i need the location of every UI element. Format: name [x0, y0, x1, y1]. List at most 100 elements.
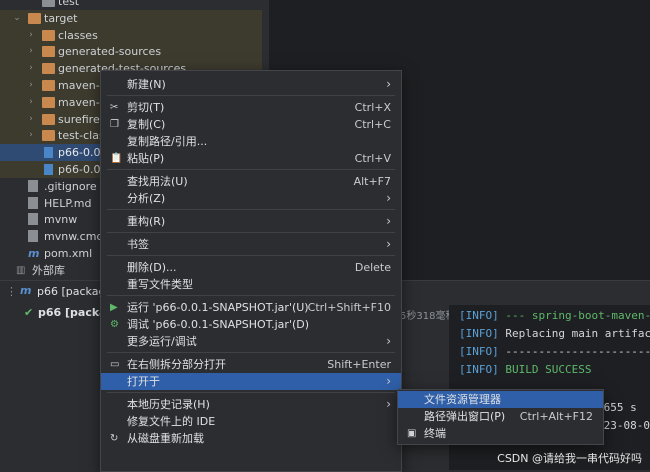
menu-item-label: 更多运行/调试: [127, 335, 197, 348]
menu-item[interactable]: 书签 ›: [101, 236, 401, 253]
menu-item[interactable]: 查找用法(U) Alt+F7: [101, 173, 401, 190]
paste-icon: 📋: [110, 153, 123, 164]
menu-item[interactable]: 新建(N) ›: [101, 76, 401, 93]
check-icon: ✔: [24, 306, 34, 319]
folder-icon: [42, 113, 55, 125]
menu-item[interactable]: 本地历史记录(H) ›: [101, 396, 401, 413]
menu-item-shortcut: Ctrl+C: [354, 118, 391, 131]
open-in-submenu: 文件资源管理器 路径弹出窗口(P) Ctrl+Alt+F12 ▣ 终端: [397, 389, 604, 445]
log-level: [INFO]: [459, 327, 499, 340]
chevron-right-icon: ›: [386, 374, 391, 388]
log-text: 023-08-0: [597, 419, 650, 432]
submenu-item-shortcut: Ctrl+Alt+F12: [519, 410, 593, 423]
tree-item-label: target: [44, 11, 78, 25]
tree-item-label: HELP.md: [44, 196, 92, 210]
menu-item-label: 查找用法(U): [127, 175, 188, 188]
menu-item[interactable]: ⚙ 调试 'p66-0.0.1-SNAPSHOT.jar'(D): [101, 316, 401, 333]
copy-icon: ❐: [110, 119, 119, 130]
run-timing: 5秒318毫秒: [400, 311, 456, 322]
menu-item[interactable]: ✂ 剪切(T) Ctrl+X: [101, 99, 401, 116]
menu-item-shortcut: Shift+Enter: [327, 358, 391, 371]
tree-item-label: pom.xml: [44, 247, 93, 260]
menu-item[interactable]: 重写文件类型: [101, 276, 401, 293]
tree-row[interactable]: ⌄ target: [0, 9, 262, 27]
menu-item[interactable]: ↻ 从磁盘重新加载: [101, 430, 401, 447]
tree-row[interactable]: › generated-sources: [0, 43, 262, 61]
maven-icon: m: [28, 247, 40, 260]
lib-icon: ▥: [16, 264, 26, 276]
tree-row[interactable]: › classes: [0, 26, 262, 44]
reload-icon: ↻: [110, 433, 119, 444]
log-text: Replacing main artifac: [498, 327, 650, 340]
menu-item-label: 在右侧拆分部分打开: [127, 358, 226, 371]
folder-icon: [42, 80, 55, 91]
tree-item-label: generated-sources: [58, 45, 162, 59]
log-level: [INFO]: [459, 309, 499, 322]
menu-item[interactable]: 重构(R) ›: [101, 213, 401, 230]
run-icon: ▶: [110, 302, 118, 313]
file-icon: [28, 196, 38, 209]
chevron-right-icon[interactable]: ›: [26, 127, 36, 144]
submenu-item[interactable]: 文件资源管理器: [398, 391, 603, 408]
chevron-right-icon[interactable]: ›: [26, 27, 36, 44]
chevron-right-icon[interactable]: ›: [26, 77, 36, 94]
chevron-down-icon[interactable]: ⌄: [12, 10, 22, 27]
menu-item[interactable]: 📋 粘贴(P) Ctrl+V: [101, 150, 401, 167]
menu-item[interactable]: 分析(Z) ›: [101, 190, 401, 207]
chevron-right-icon: ›: [386, 191, 391, 205]
submenu-item[interactable]: ▣ 终端: [398, 425, 603, 442]
run-icon-small: ⋮: [6, 285, 17, 298]
chevron-right-icon[interactable]: ›: [26, 111, 36, 128]
menu-item-label: 调试 'p66-0.0.1-SNAPSHOT.jar'(D): [127, 318, 310, 331]
menu-separator: [107, 255, 395, 256]
log-text: BUILD SUCCESS: [498, 363, 592, 376]
menu-item-label: 新建(N): [127, 78, 166, 91]
folder-icon: [42, 29, 55, 41]
menu-separator: [107, 232, 395, 233]
log-level: [INFO]: [459, 363, 499, 376]
menu-item[interactable]: ▶ 运行 'p66-0.0.1-SNAPSHOT.jar'(U) Ctrl+Shif…: [101, 299, 401, 316]
menu-item[interactable]: 打开于 ›: [101, 373, 401, 390]
terminal-icon: ▣: [407, 428, 417, 439]
chevron-right-icon: ›: [386, 334, 391, 348]
menu-item-label: 运行 'p66-0.0.1-SNAPSHOT.jar'(U): [127, 301, 309, 314]
menu-item[interactable]: 复制路径/引用...: [101, 133, 401, 150]
chevron-right-icon: ›: [386, 237, 391, 251]
submenu-item[interactable]: 路径弹出窗口(P) Ctrl+Alt+F12: [398, 408, 603, 425]
menu-separator: [107, 209, 395, 210]
menu-item-label: 重写文件类型: [127, 278, 193, 291]
menu-item[interactable]: ▭ 在右侧拆分部分打开 Shift+Enter: [101, 356, 401, 373]
menu-item-label: 打开于: [127, 375, 160, 388]
file-icon: [28, 230, 38, 243]
console-line: 023-08-0: [597, 419, 650, 432]
submenu-item-label: 文件资源管理器: [424, 393, 501, 406]
file-icon: [28, 179, 38, 192]
log-level: [INFO]: [459, 345, 499, 358]
chevron-right-icon[interactable]: ›: [26, 43, 36, 60]
menu-separator: [107, 169, 395, 170]
menu-item-label: 删除(D)...: [127, 261, 177, 274]
menu-item[interactable]: 删除(D)... Delete: [101, 259, 401, 276]
menu-item-label: 分析(Z): [127, 192, 166, 205]
menu-separator: [107, 95, 395, 96]
menu-item-label: 剪切(T): [127, 101, 165, 114]
debug-icon: ⚙: [110, 319, 119, 330]
tree-item-label: mvnw: [44, 213, 78, 227]
chevron-right-icon[interactable]: ›: [26, 94, 36, 111]
folder-icon: [42, 63, 55, 75]
chevron-right-icon[interactable]: ›: [26, 60, 36, 77]
tree-row[interactable]: test: [0, 0, 262, 10]
menu-item[interactable]: ❐ 复制(C) Ctrl+C: [101, 116, 401, 133]
split-icon: ▭: [110, 359, 120, 370]
menu-separator: [107, 295, 395, 296]
menu-item[interactable]: 修复文件上的 IDE: [101, 413, 401, 430]
submenu-item-label: 路径弹出窗口(P): [424, 410, 506, 423]
menu-item[interactable]: 更多运行/调试 ›: [101, 333, 401, 350]
console-line: [INFO] -----------------------: [459, 345, 650, 358]
menu-item-label: 本地历史记录(H): [127, 398, 210, 411]
maven-icon: m: [20, 284, 32, 297]
menu-item-shortcut: Ctrl+X: [354, 101, 391, 114]
log-text: -----------------------: [498, 345, 650, 358]
menu-item-shortcut: Delete: [354, 261, 391, 274]
log-text: --- spring-boot-maven-: [498, 309, 650, 322]
